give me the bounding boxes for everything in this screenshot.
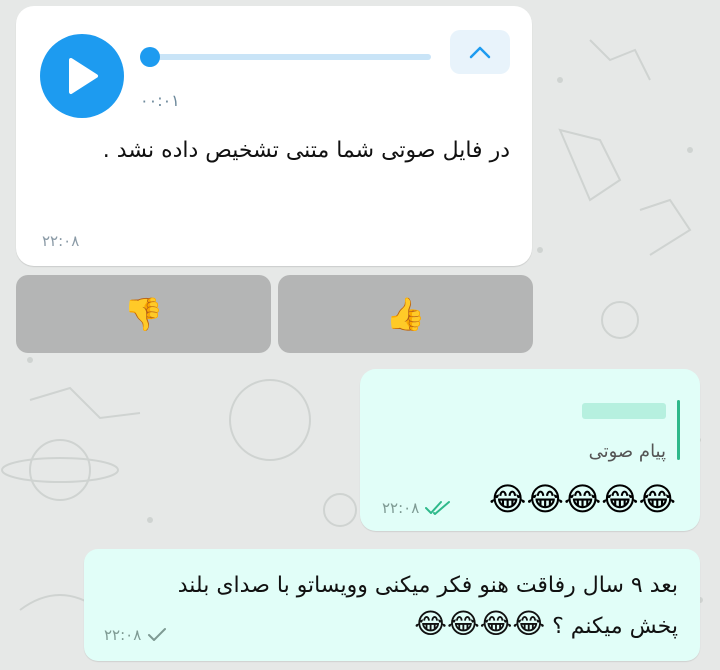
- reply-sender-name-redacted: [582, 403, 666, 419]
- collapse-button[interactable]: [450, 30, 510, 74]
- message-time: ۲۲:۰۸: [382, 499, 420, 517]
- thumbs-down-icon: 👎: [123, 295, 164, 333]
- message-line-2: پخش میکنم ؟ 😂😂😂😂: [178, 606, 678, 647]
- reply-preview-text[interactable]: پیام صوتی: [589, 441, 666, 462]
- dislike-button[interactable]: 👎: [16, 275, 271, 353]
- check-icon: [148, 628, 167, 641]
- play-icon: [69, 58, 98, 94]
- thumbs-up-icon: 👍: [385, 295, 426, 333]
- message-meta: ۲۲:۰۸: [104, 626, 167, 644]
- reply-indicator: [677, 400, 680, 460]
- play-button[interactable]: [40, 34, 124, 118]
- message-time: ۲۲:۰۸: [104, 626, 142, 644]
- laughing-emojis: 😂😂😂😂😂: [489, 480, 676, 518]
- double-check-icon: [425, 501, 451, 515]
- message-meta: ۲۲:۰۸: [382, 499, 451, 517]
- incoming-voice-message: ۰۰:۰۱ در فایل صوتی شما متنی تشخیص داده ن…: [16, 6, 532, 266]
- message-text: در فایل صوتی شما متنی تشخیص داده نشد .: [102, 138, 510, 163]
- emoji-text: 😂😂😂😂😂: [489, 481, 676, 517]
- laughing-emojis: 😂😂😂😂: [414, 607, 546, 640]
- outgoing-message: بعد ۹ سال رفاقت هنو فکر میکنی وویساتو با…: [84, 549, 700, 661]
- message-line-1: بعد ۹ سال رفاقت هنو فکر میکنی وویساتو با…: [177, 573, 678, 598]
- chevron-up-icon: [469, 46, 491, 59]
- audio-progress-knob[interactable]: [140, 47, 160, 67]
- message-line-2-text: پخش میکنم ؟: [552, 614, 678, 639]
- audio-progress-track[interactable]: [149, 54, 431, 60]
- outgoing-message-reply: پیام صوتی 😂😂😂😂😂 ۲۲:۰۸: [360, 369, 700, 531]
- message-text: بعد ۹ سال رفاقت هنو فکر میکنی وویساتو با…: [178, 565, 678, 647]
- audio-duration: ۰۰:۰۱: [140, 91, 180, 110]
- like-button[interactable]: 👍: [278, 275, 533, 353]
- message-time: ۲۲:۰۸: [42, 232, 80, 250]
